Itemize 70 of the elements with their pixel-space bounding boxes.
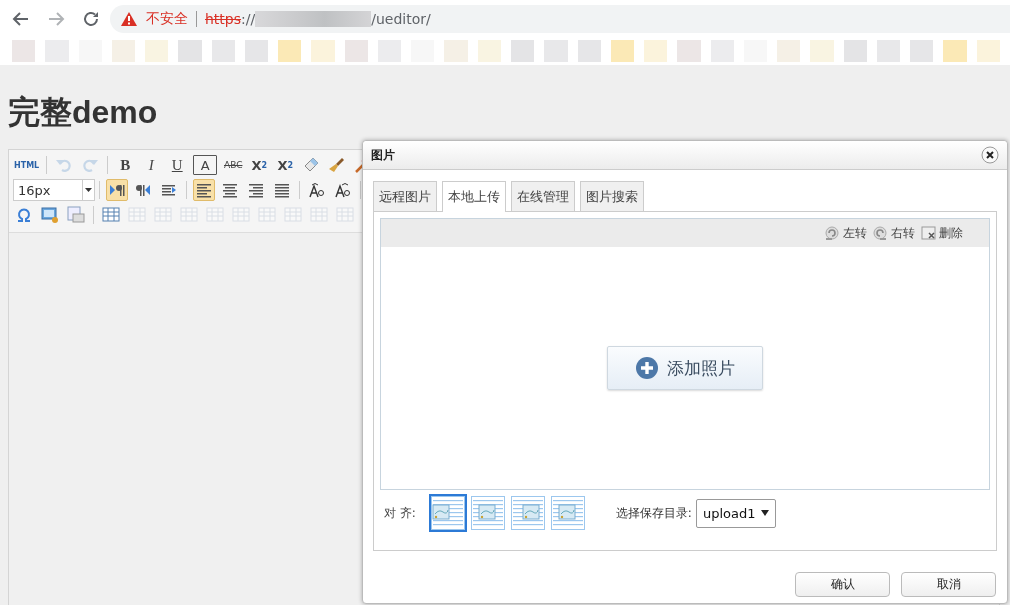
delete-image-icon <box>921 225 936 241</box>
close-icon[interactable] <box>981 146 999 164</box>
rotate-left-icon <box>825 225 840 241</box>
word-image-icon <box>67 206 85 224</box>
text-image-layout-icon <box>510 496 545 530</box>
table-icon <box>336 206 354 224</box>
eraser-icon <box>302 156 321 174</box>
toolbar-button[interactable]: ABC <box>222 154 245 176</box>
url-separator: :// <box>241 10 256 27</box>
toolbar-action[interactable]: 左转 <box>825 224 867 242</box>
page-title: 完整demo <box>8 93 159 131</box>
url-path: /ueditor/ <box>371 10 431 27</box>
directory-select[interactable]: upload1 <box>695 498 777 528</box>
table-icon <box>206 206 224 224</box>
font-case-icon <box>308 181 326 199</box>
align-right-icon <box>247 181 265 199</box>
align-option[interactable] <box>549 495 586 531</box>
image-icon <box>41 206 59 224</box>
toolbar-button[interactable]: U <box>166 154 189 176</box>
toolbar-button[interactable]: X$^{2}$ <box>248 154 271 176</box>
dropdown-arrow-icon <box>761 510 770 516</box>
dialog-title: 图片 <box>371 146 395 164</box>
back-icon[interactable] <box>12 9 30 28</box>
table-icon <box>284 206 302 224</box>
toolbar-button[interactable]: A <box>192 154 219 176</box>
dialog-button[interactable]: 确认 <box>795 572 890 597</box>
dropdown-arrow-icon <box>85 188 92 192</box>
align-option[interactable] <box>429 495 466 531</box>
align-option[interactable] <box>509 495 546 531</box>
tab[interactable]: 本地上传 <box>442 181 506 212</box>
directory-label: 选择保存目录: <box>615 504 692 522</box>
tab[interactable]: 在线管理 <box>511 181 575 211</box>
align-option[interactable] <box>469 495 506 531</box>
tab[interactable]: 图片搜索 <box>580 181 644 211</box>
toolbar-button[interactable]: HTML <box>13 154 41 176</box>
toolbar-button[interactable] <box>106 179 128 201</box>
table-icon <box>310 206 328 224</box>
address-bar[interactable]: 不安全 https:// /ueditor/ <box>110 4 1010 33</box>
justify-icon <box>273 181 291 199</box>
table-icon <box>180 206 198 224</box>
security-label: 不安全 <box>146 9 188 28</box>
font-case-icon <box>334 181 352 199</box>
table-icon <box>102 206 120 224</box>
rotate-right-icon <box>873 225 888 241</box>
align-left-icon <box>195 181 213 199</box>
align-center-icon <box>221 181 239 199</box>
add-photo-button[interactable]: 添加照片 <box>607 346 763 390</box>
text-image-layout-icon <box>550 496 585 530</box>
brush-icon <box>328 156 347 174</box>
toolbar-button[interactable]: B <box>114 154 137 176</box>
url-scheme: https <box>205 10 242 27</box>
toolbar-button[interactable] <box>193 179 215 201</box>
toolbar-action[interactable]: 删除 <box>921 224 963 242</box>
font-size-select[interactable]: 16px <box>13 179 95 201</box>
table-icon <box>258 206 276 224</box>
text-image-layout-icon <box>470 496 505 530</box>
text-image-layout-icon <box>430 496 465 530</box>
omega-icon <box>15 206 33 224</box>
plus-icon <box>635 356 659 380</box>
tab[interactable]: 远程图片 <box>373 181 437 211</box>
toolbar-action[interactable]: 右转 <box>873 224 915 242</box>
table-icon <box>128 206 146 224</box>
forward-icon[interactable] <box>47 9 65 28</box>
table-icon <box>232 206 250 224</box>
warning-icon <box>120 10 138 27</box>
toolbar-button[interactable]: I <box>140 154 163 176</box>
reload-icon[interactable] <box>82 9 100 28</box>
align-label: 对 齐: <box>384 504 416 522</box>
dialog-button[interactable]: 取消 <box>901 572 996 597</box>
table-icon <box>154 206 172 224</box>
